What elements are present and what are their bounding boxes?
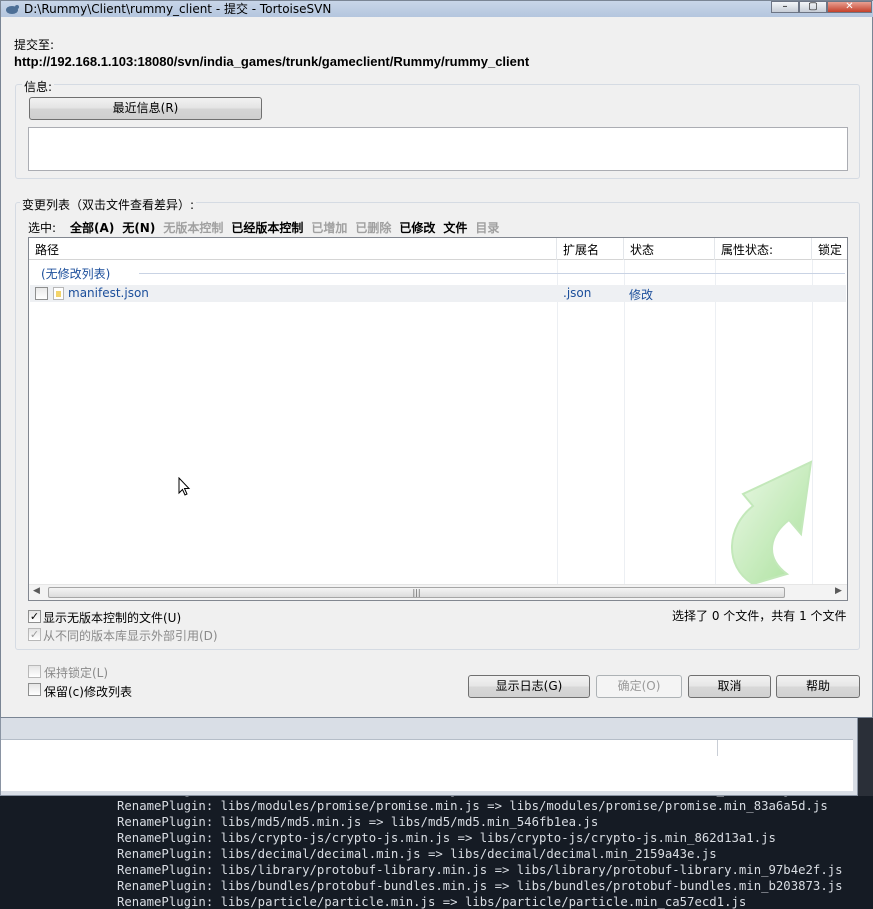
file-extension: .json (563, 286, 592, 300)
filter-unversioned: 无版本控制 (163, 221, 224, 235)
terminal-line: RenamePlugin: libs/library/protobuf-libr… (117, 863, 843, 877)
tortoisesvn-icon (6, 5, 19, 14)
column-lock[interactable]: 锁定 (812, 238, 847, 260)
column-divider (624, 260, 625, 584)
keep-changelists-label: 保留(c)修改列表 (44, 685, 132, 699)
file-icon (53, 287, 64, 300)
cancel-button[interactable]: 取消 (688, 675, 771, 698)
show-log-button[interactable]: 显示日志(G) (468, 675, 590, 698)
commit-message-input[interactable] (28, 127, 848, 171)
column-divider (557, 260, 558, 584)
changelist-group-rule (139, 273, 845, 274)
horizontal-scrollbar[interactable]: ◀ ||| ▶ (29, 584, 847, 600)
terminal-line: RenamePlugin: libs/crypto-js/crypto-js.m… (117, 831, 776, 845)
close-button[interactable]: ✕ (827, 1, 872, 13)
commit-url: http://192.168.1.103:18080/svn/india_gam… (14, 54, 530, 69)
show-unversioned-checkbox[interactable]: ✓ (28, 610, 41, 623)
column-status[interactable]: 状态 (624, 238, 715, 260)
file-checkbox[interactable] (35, 287, 48, 300)
filter-files[interactable]: 文件 (443, 221, 467, 235)
terminal-line: RenamePlugin: libs/md5/md5.min.js => lib… (117, 815, 599, 829)
column-prop-status[interactable]: 属性状态: (715, 238, 812, 260)
filter-bar: 选中: 全部(A) 无(N) 无版本控制 已经版本控制 已增加 已删除 已修改 文件 目录 (28, 219, 507, 235)
window-title: D:\Rummy\Client\rummy_client - 提交 - Tort… (24, 2, 332, 16)
show-externals-checkbox: ✓ (28, 628, 41, 641)
filter-modified[interactable]: 已修改 (399, 221, 435, 235)
file-status: 修改 (629, 288, 654, 302)
terminal-output: RenamePlugin: libs/modules/cookie/cookie… (117, 790, 843, 909)
selection-summary: 选择了 0 个文件，共有 1 个文件 (672, 609, 847, 623)
keep-locks-label: 保持锁定(L) (44, 666, 109, 680)
minimize-button[interactable]: – (771, 1, 799, 13)
scroll-right-icon[interactable]: ▶ (835, 586, 842, 596)
keep-locks-checkbox (28, 665, 41, 678)
terminal-line: RenamePlugin: libs/decimal/decimal.min.j… (117, 847, 717, 861)
file-path: manifest.json (68, 286, 149, 300)
changes-group-label: 变更列表（双击文件查看差异）: (20, 196, 197, 213)
scrollbar-thumb[interactable]: ||| (48, 587, 785, 598)
table-row[interactable]: manifest.json .json 修改 (30, 285, 846, 302)
show-externals-label: 从不同的版本库显示外部引用(D) (43, 629, 218, 643)
background-terminal: RenamePlugin: libs/modules/cookie/cookie… (0, 790, 873, 909)
commit-arrow-icon (731, 460, 813, 584)
commit-dialog: D:\Rummy\Client\rummy_client - 提交 - Tort… (0, 0, 873, 718)
terminal-line: RenamePlugin: libs/particle/particle.min… (117, 895, 747, 909)
list-header: 路径 扩展名 状态 属性状态: 锁定 (29, 238, 847, 260)
column-divider (715, 260, 716, 584)
show-unversioned-label: 显示无版本控制的文件(U) (43, 611, 182, 625)
keep-changelists-checkbox[interactable] (28, 683, 41, 696)
mouse-cursor-icon (178, 477, 191, 496)
column-extension[interactable]: 扩展名 (557, 238, 624, 260)
commit-to-label: 提交至: (14, 38, 55, 52)
maximize-button[interactable]: ▢ (799, 1, 827, 13)
message-group-label: 信息: (22, 78, 55, 95)
recent-messages-button[interactable]: 最近信息(R) (29, 97, 262, 120)
filter-all[interactable]: 全部(A) (70, 221, 114, 235)
filter-added: 已增加 (311, 221, 348, 235)
column-path[interactable]: 路径 (29, 238, 557, 260)
title-bar[interactable]: D:\Rummy\Client\rummy_client - 提交 - Tort… (1, 1, 873, 17)
background-window-content (1, 739, 853, 791)
filter-deleted: 已删除 (355, 221, 392, 235)
filter-none[interactable]: 无(N) (122, 221, 155, 235)
terminal-line: RenamePlugin: libs/bundles/protobuf-bund… (117, 879, 843, 893)
select-label: 选中: (28, 221, 57, 235)
help-button[interactable]: 帮助 (776, 675, 860, 698)
changelist-group-header: (无修改列表) (41, 267, 111, 281)
scroll-left-icon[interactable]: ◀ (33, 586, 40, 596)
background-divider (717, 740, 718, 756)
terminal-line: RenamePlugin: libs/modules/promise/promi… (117, 799, 828, 813)
ok-button: 确定(O) (596, 675, 682, 698)
filter-directories: 目录 (475, 221, 500, 235)
filter-versioned[interactable]: 已经版本控制 (231, 221, 303, 235)
